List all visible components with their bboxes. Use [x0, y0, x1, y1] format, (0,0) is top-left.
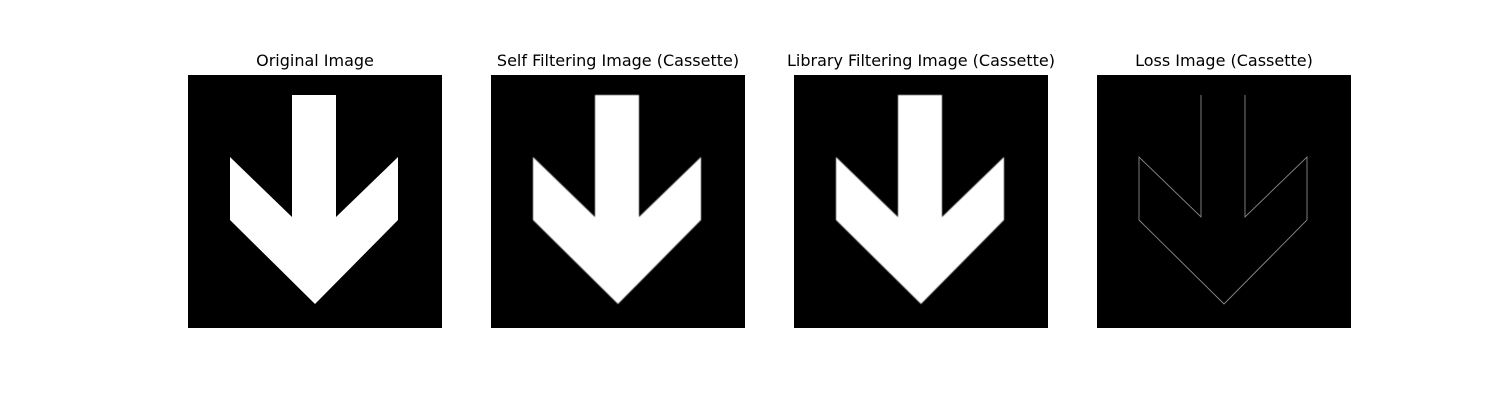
down-arrow-loss-edges-image	[1097, 75, 1351, 328]
image-background	[1097, 75, 1351, 328]
down-arrow-self-filtered-image	[491, 75, 745, 328]
panel-title-loss: Loss Image (Cassette)	[1135, 51, 1313, 70]
panel-original: Original Image	[188, 0, 442, 400]
panel-self-filtering: Self Filtering Image (Cassette)	[491, 0, 745, 400]
panel-loss: Loss Image (Cassette)	[1097, 0, 1351, 400]
down-arrow-original-image	[188, 75, 442, 328]
down-arrow-library-filtered-image	[794, 75, 1048, 328]
panel-library-filtering: Library Filtering Image (Cassette)	[787, 0, 1055, 400]
